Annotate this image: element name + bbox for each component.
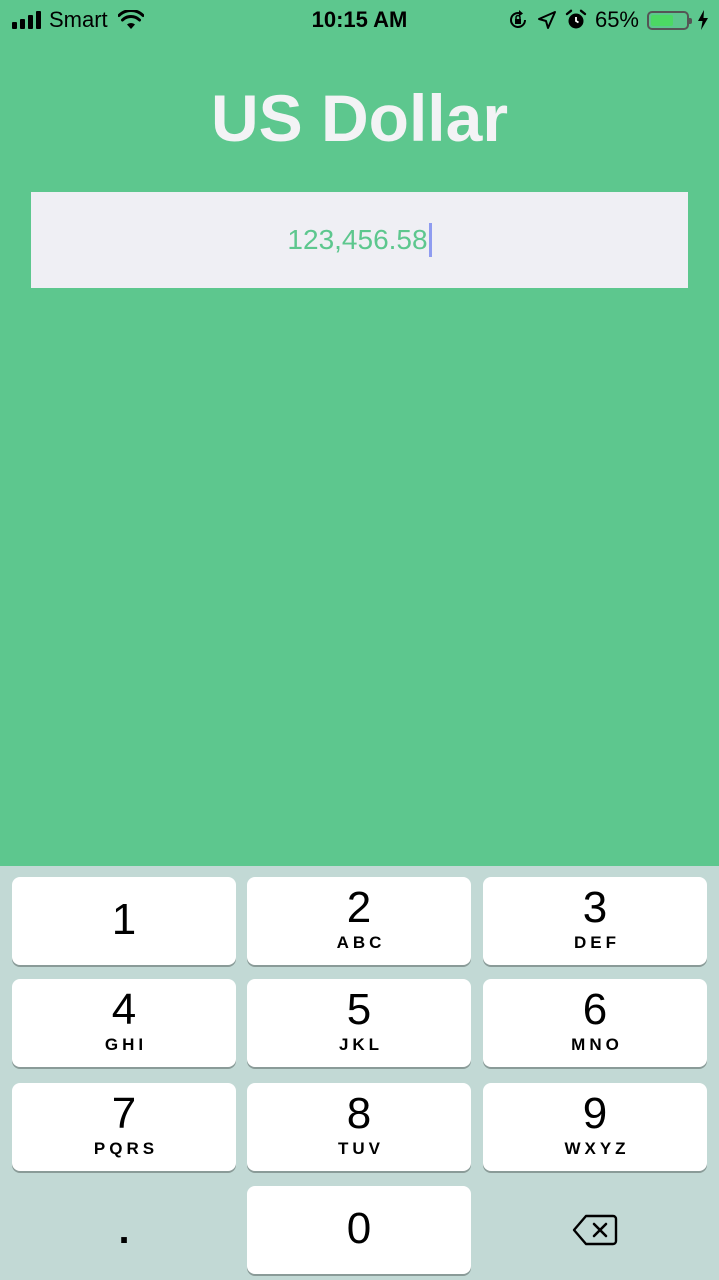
key-digit: 8 <box>346 1089 372 1138</box>
key-5[interactable]: 5 JKL <box>247 979 471 1067</box>
amount-value: 123,456.58 <box>287 224 428 255</box>
battery-fill <box>651 14 674 26</box>
key-letters: MNO <box>571 1035 623 1054</box>
key-6[interactable]: 6 MNO <box>483 979 707 1067</box>
battery-percent: 65% <box>594 7 639 32</box>
currency-title: US Dollar <box>210 81 509 155</box>
key-digit: 3 <box>582 883 608 932</box>
charging-icon <box>698 10 708 30</box>
key-digit: 4 <box>111 985 137 1034</box>
key-letters: JKL <box>338 1035 384 1054</box>
key-digit: 9 <box>582 1089 608 1138</box>
orientation-lock-icon <box>509 10 526 28</box>
key-digit: 0 <box>346 1204 372 1253</box>
amount-input[interactable]: 123,456.58 <box>31 192 688 288</box>
key-3[interactable]: 3 DEF <box>483 877 707 965</box>
key-decimal[interactable]: . <box>12 1186 236 1274</box>
location-icon <box>537 11 556 29</box>
key-9[interactable]: 9 WXYZ <box>483 1083 707 1171</box>
numeric-keypad: 1 2 ABC 3 DEF 4 GHI 5 JKL 6 MNO 7 PQRS 8… <box>0 866 719 1280</box>
key-7[interactable]: 7 PQRS <box>12 1083 236 1171</box>
key-digit: 2 <box>346 883 372 932</box>
battery-icon <box>647 10 692 30</box>
key-digit: 7 <box>111 1089 137 1138</box>
alarm-icon <box>565 9 587 29</box>
key-decimal-label: . <box>118 1208 130 1252</box>
key-letters: WXYZ <box>564 1139 630 1158</box>
key-1[interactable]: 1 <box>12 877 236 965</box>
text-caret <box>428 223 432 257</box>
backspace-icon <box>572 1214 618 1246</box>
key-digit: 6 <box>582 985 608 1034</box>
key-8[interactable]: 8 TUV <box>247 1083 471 1171</box>
key-letters: ABC <box>336 933 386 952</box>
status-bar-right: 65% <box>507 6 709 34</box>
key-letters: GHI <box>104 1035 148 1054</box>
key-4[interactable]: 4 GHI <box>12 979 236 1067</box>
key-letters: DEF <box>574 933 620 952</box>
backspace-button[interactable] <box>483 1186 707 1274</box>
key-2[interactable]: 2 ABC <box>247 877 471 965</box>
key-digit: 1 <box>111 895 137 944</box>
key-letters: TUV <box>338 1139 384 1158</box>
key-0[interactable]: 0 <box>247 1186 471 1274</box>
status-bar: Smart 10:15 AM 65% <box>0 0 719 40</box>
key-digit: 5 <box>346 985 372 1034</box>
key-letters: PQRS <box>93 1139 159 1158</box>
